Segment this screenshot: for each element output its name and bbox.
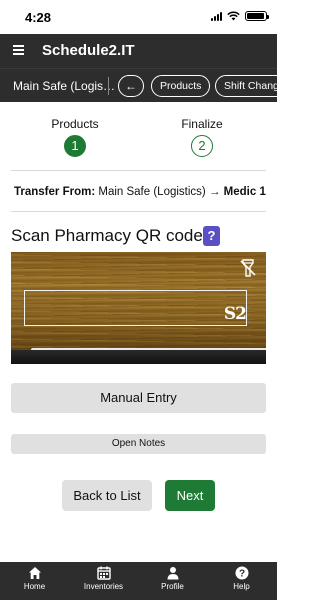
wifi-icon (227, 11, 240, 21)
divider-line (11, 211, 266, 212)
nav-inventories-label: Inventories (83, 582, 124, 591)
status-icons (211, 11, 269, 21)
transfer-from: Main Safe (Logistics) (98, 186, 206, 198)
step-label: Finalize (181, 117, 223, 131)
svg-text:?: ? (238, 569, 244, 580)
signal-icon (211, 11, 222, 21)
app-title: Schedule2.IT (42, 42, 135, 59)
hamburger-menu-icon[interactable] (13, 45, 24, 55)
home-icon (28, 567, 41, 579)
next-button[interactable]: Next (165, 480, 215, 511)
camera-viewfinder[interactable]: S2 (11, 252, 266, 364)
nav-profile-label: Profile (161, 582, 184, 591)
nav-profile[interactable]: Profile (138, 566, 207, 591)
back-to-list-button[interactable]: Back to List (62, 480, 152, 511)
transfer-arrow: → (208, 186, 221, 198)
location-selector[interactable]: Main Safe (Logis… (13, 79, 115, 93)
status-time: 4:28 (25, 10, 52, 25)
inventories-icon (96, 566, 111, 580)
products-pill-button[interactable]: Products (151, 75, 211, 97)
scan-title: Scan Pharmacy QR code: (11, 226, 208, 245)
schedule2-logo: S2 (223, 304, 247, 324)
divider-line (11, 170, 266, 171)
open-notes-button[interactable]: Open Notes (11, 434, 266, 454)
scan-target-frame (24, 290, 247, 326)
nav-inventories[interactable]: Inventories (69, 566, 138, 591)
location-bar: Main Safe (Logis… ← Products Shift Chang… (0, 68, 277, 102)
camera-scene-bottom (11, 350, 266, 364)
divider (108, 77, 109, 95)
step-number-pending: 2 (191, 135, 213, 157)
manual-entry-button[interactable]: Manual Entry (11, 383, 266, 413)
nav-home[interactable]: Home (0, 566, 69, 591)
back-arrow-button[interactable]: ← (118, 75, 144, 97)
nav-home-label: Home (23, 582, 46, 591)
transfer-to: Medic 1 (223, 186, 266, 198)
transfer-summary: Transfer From: Main Safe (Logistics) → M… (14, 186, 266, 198)
flash-off-icon[interactable] (240, 259, 256, 277)
shift-change-pill-button[interactable]: Shift Change (215, 75, 277, 97)
step-label: Products (51, 117, 99, 131)
status-bar: 4:28 (0, 0, 277, 34)
step-finalize: Finalize 2 (162, 117, 242, 157)
transfer-prefix: Transfer From: (14, 186, 96, 198)
step-products: Products 1 (35, 117, 115, 157)
app-header: Schedule2.IT (0, 34, 277, 68)
bottom-nav: Home Inventories Profile ? Help (0, 562, 277, 600)
nav-help[interactable]: ? Help (207, 566, 276, 591)
step-number-active: 1 (64, 135, 86, 157)
help-button[interactable]: ? (203, 226, 220, 246)
help-icon: ? (235, 566, 248, 580)
profile-icon (167, 567, 178, 580)
nav-help-label: Help (233, 582, 250, 591)
battery-icon (245, 11, 269, 21)
battery-fill (247, 13, 265, 19)
